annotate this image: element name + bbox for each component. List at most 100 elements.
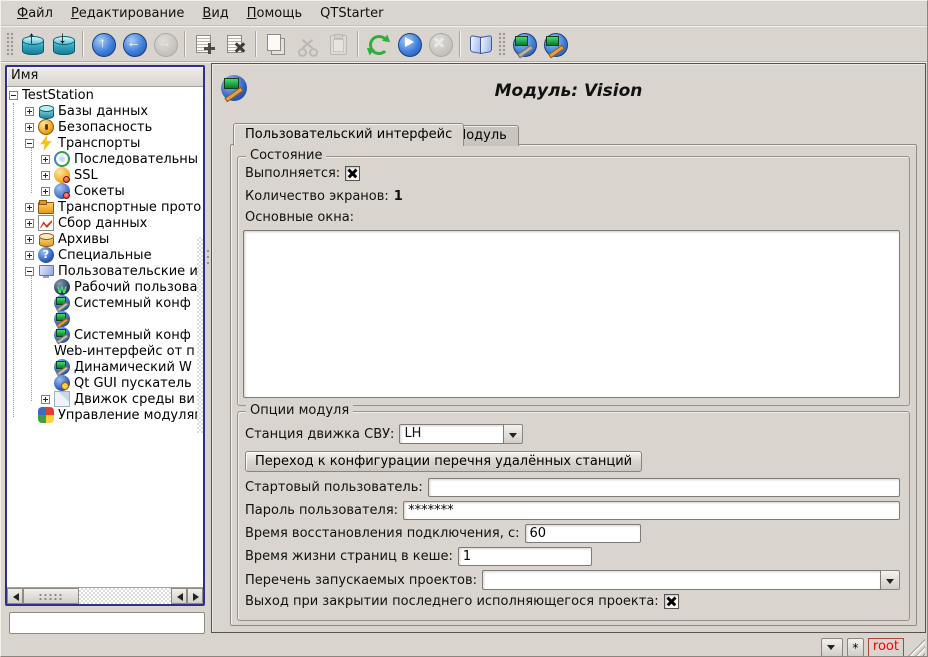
page-title: Модуль: Vision <box>212 81 925 101</box>
menu-item-5[interactable]: QTStarter <box>312 4 391 23</box>
resize-grip[interactable] <box>908 639 925 656</box>
module-options-groupbox: Опции модуля Станция движка СВУ: LH Пере… <box>237 411 910 621</box>
station-combobox-value[interactable]: LH <box>399 424 504 444</box>
qtstarter-vision-button[interactable] <box>539 28 570 59</box>
modified-indicator-button[interactable]: * <box>847 638 864 657</box>
cache-lifetime-input[interactable] <box>458 547 592 566</box>
menu-item-3[interactable]: Вид <box>194 4 236 23</box>
tab-content-frame: Пользовательский интерфейс Модуль Состоя… <box>230 144 917 626</box>
expand-icon[interactable] <box>25 251 34 260</box>
expand-icon[interactable] <box>25 107 34 116</box>
menu-item-2[interactable]: Редактирование <box>63 4 192 23</box>
qtstarter-config-button[interactable] <box>508 28 539 59</box>
toolbar-separator <box>184 31 185 57</box>
chevron-down-icon[interactable] <box>504 424 523 444</box>
toolbar-drag-handle[interactable] <box>5 31 14 57</box>
tree-item-label: Динамический W <box>74 360 192 375</box>
expand-icon[interactable] <box>41 395 50 404</box>
collapse-icon[interactable] <box>25 267 34 276</box>
tree-item[interactable]: Рабочий пользова <box>7 311 203 327</box>
tree-vertical-scrollbar[interactable] <box>197 237 203 433</box>
expand-icon[interactable] <box>25 235 34 244</box>
tree-item[interactable]: Транспортные прото <box>7 199 203 215</box>
tree-item[interactable]: Сокеты <box>7 183 203 199</box>
station-combobox[interactable]: LH <box>399 424 523 444</box>
back-button[interactable]: ← <box>118 28 149 59</box>
tree-item[interactable]: Сбор данных <box>7 215 203 231</box>
main-windows-textarea[interactable] <box>243 230 900 398</box>
statusbar-dropdown-button[interactable] <box>821 638 843 657</box>
collapse-icon[interactable] <box>25 139 34 148</box>
menu-item-4[interactable]: Помощь <box>239 4 310 23</box>
collapse-icon[interactable] <box>9 91 18 100</box>
projects-combobox[interactable] <box>482 570 900 590</box>
remote-stations-config-button[interactable]: Переход к конфигурации перечня удалённых… <box>245 451 642 472</box>
scroll-right-button[interactable] <box>187 588 203 604</box>
tree-item-label: Рабочий пользова <box>74 312 197 327</box>
tree-item[interactable]: Системный конф <box>7 327 203 343</box>
copy-item-button[interactable] <box>260 28 291 59</box>
tree-item[interactable]: Последовательны <box>7 151 203 167</box>
tree-item[interactable]: Пользовательские и <box>7 263 203 279</box>
scroll-left-button[interactable] <box>171 588 187 604</box>
tree-item-label: Управление модулям <box>58 408 203 423</box>
expand-icon[interactable] <box>41 187 50 196</box>
expand-icon[interactable] <box>25 219 34 228</box>
projects-combobox-value[interactable] <box>482 570 881 590</box>
screens-count-label: Количество экранов: <box>245 189 389 204</box>
exit-on-close-checkbox[interactable] <box>664 594 679 609</box>
expand-icon[interactable] <box>41 171 50 180</box>
web-user-icon <box>54 279 70 295</box>
running-checkbox[interactable] <box>345 166 360 181</box>
restore-time-label: Время восстановления подключения, с: <box>245 526 520 541</box>
scrollbar-thumb[interactable] <box>23 588 79 604</box>
tree-item[interactable]: Динамический W <box>7 359 203 375</box>
tree-item-label: Рабочий пользова <box>74 280 197 295</box>
toolbar-separator <box>459 31 460 57</box>
tree-item[interactable]: Qt GUI пускатель <box>7 375 203 391</box>
up-button[interactable]: ↑ <box>87 28 118 59</box>
tab-user-interface[interactable]: Пользовательский интерфейс <box>233 123 464 146</box>
expand-icon[interactable] <box>41 155 50 164</box>
manual-button[interactable] <box>464 28 495 59</box>
tree-item[interactable]: Транспорты <box>7 135 203 151</box>
delete-item-button[interactable] <box>220 28 251 59</box>
tree-item[interactable]: SSL <box>7 167 203 183</box>
tree-item[interactable]: Безопасность <box>7 119 203 135</box>
tree-item[interactable]: Рабочий пользова <box>7 279 203 295</box>
splitter-handle[interactable] <box>206 248 210 266</box>
tree-item[interactable]: Системный конф <box>7 295 203 311</box>
tree-item-label: Архивы <box>58 232 109 247</box>
expand-icon[interactable] <box>25 123 34 132</box>
tree-item[interactable]: Web-интерфейс от п <box>7 343 203 359</box>
db-save-icon: ↓ <box>50 31 76 57</box>
expand-icon[interactable] <box>25 203 34 212</box>
tree-item[interactable]: Управление модулям <box>7 407 203 423</box>
tree-item[interactable]: Движок среды ви <box>7 391 203 407</box>
scroll-left-button[interactable] <box>7 588 23 604</box>
load-from-db-button[interactable]: ↑ <box>16 28 47 59</box>
add-item-button[interactable] <box>189 28 220 59</box>
options-group-title: Опции модуля <box>246 403 353 418</box>
password-input[interactable] <box>403 501 900 520</box>
tree-item[interactable]: Специальные <box>7 247 203 263</box>
arrow-back-icon: ← <box>121 31 147 57</box>
paste-icon <box>325 31 351 57</box>
tree-filter-input[interactable] <box>9 612 205 634</box>
scrollbar-track[interactable] <box>79 588 171 604</box>
tree-item[interactable]: TestStation <box>7 87 203 103</box>
toolbar-drag-handle[interactable] <box>497 31 506 57</box>
tree-header-name[interactable]: Имя <box>7 67 203 87</box>
tree-item[interactable]: Базы данных <box>7 103 203 119</box>
tree-item[interactable]: Архивы <box>7 231 203 247</box>
save-to-db-button[interactable]: ↓ <box>47 28 78 59</box>
stop-button <box>424 28 455 59</box>
reload-button[interactable] <box>362 28 393 59</box>
menu-item-1[interactable]: Файл <box>9 4 61 23</box>
start-user-input[interactable] <box>428 478 900 497</box>
chevron-down-icon[interactable] <box>881 570 900 590</box>
serial-icon <box>54 151 70 167</box>
running-label: Выполняется: <box>245 166 340 181</box>
start-button[interactable] <box>393 28 424 59</box>
restore-time-input[interactable] <box>525 524 641 543</box>
